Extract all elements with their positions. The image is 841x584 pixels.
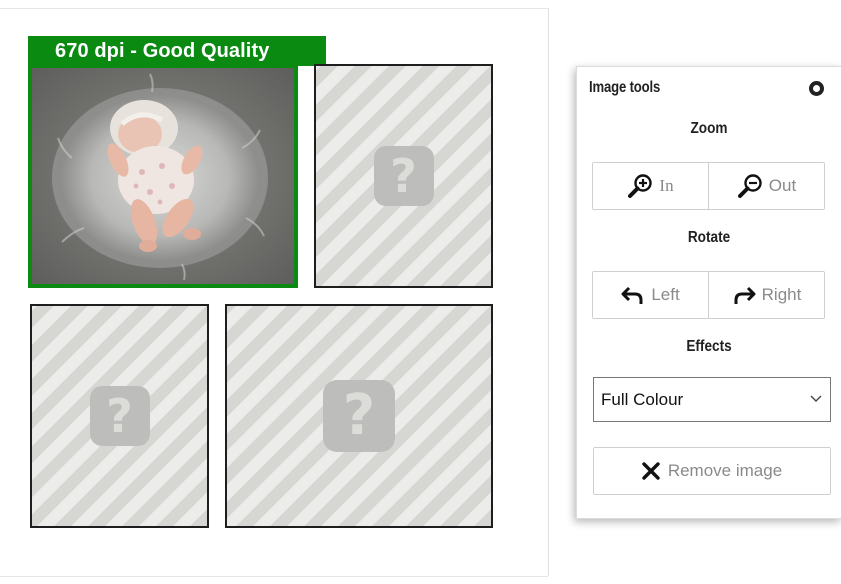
effects-select[interactable]: Full Colour (593, 377, 831, 422)
baby-photo (32, 68, 294, 284)
zoom-out-icon (737, 174, 762, 198)
rotate-right-button[interactable]: Right (708, 272, 824, 318)
panel-title: Image tools (589, 79, 661, 96)
photo-slot-2[interactable]: ? (314, 64, 493, 288)
canvas-border-top (0, 8, 548, 9)
photo-layout-editor: 670 dpi - Good Quality ? ? ? Image tools… (0, 0, 841, 584)
effects-heading: Effects (686, 338, 732, 355)
rotate-button-group: Left Right (592, 271, 825, 319)
photo-slot-3[interactable]: ? (30, 304, 209, 528)
placeholder-question-icon: ? (373, 146, 434, 206)
zoom-in-button[interactable]: In (593, 163, 708, 209)
photo-slot-4[interactable]: ? (225, 304, 493, 528)
remove-image-label: Remove image (667, 461, 783, 480)
x-icon (642, 462, 660, 480)
rotate-heading: Rotate (687, 229, 731, 246)
effects-selected-value: Full Colour (601, 389, 684, 409)
chevron-down-icon (810, 395, 822, 402)
image-tools-panel: Image tools Zoom In Out Rotate Left Righ… (576, 66, 841, 519)
photo-slot-1[interactable] (28, 64, 298, 288)
rotate-left-arrow-icon (621, 286, 643, 304)
zoom-in-icon (628, 174, 653, 198)
zoom-in-label: In (659, 176, 674, 195)
canvas-border-right (548, 8, 549, 576)
canvas-border-bottom (0, 576, 548, 577)
rotate-right-label: Right (761, 285, 802, 304)
close-circle-icon[interactable] (809, 81, 824, 96)
placeholder-question-icon: ? (323, 380, 395, 452)
rotate-left-label: Left (651, 285, 680, 304)
rotate-left-button[interactable]: Left (593, 272, 708, 318)
zoom-heading: Zoom (690, 120, 728, 137)
placeholder-question-icon: ? (89, 386, 150, 446)
rotate-right-arrow-icon (734, 286, 756, 304)
zoom-button-group: In Out (592, 162, 825, 210)
remove-image-button[interactable]: Remove image (593, 447, 831, 495)
zoom-out-button[interactable]: Out (708, 163, 824, 209)
zoom-out-label: Out (768, 176, 797, 195)
image-quality-badge: 670 dpi - Good Quality (28, 36, 326, 66)
